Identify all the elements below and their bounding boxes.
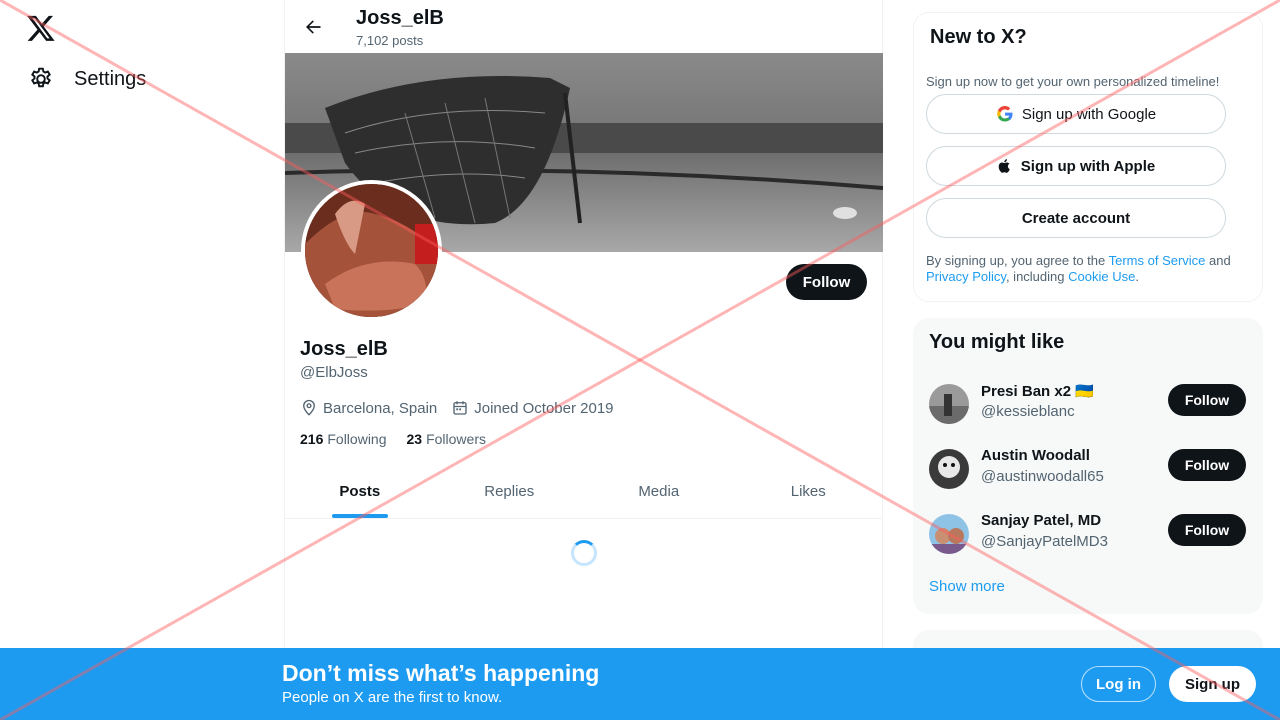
x-logo-icon[interactable] (26, 13, 56, 43)
suggestion-handle: @kessieblanc (981, 403, 1075, 420)
follow-button[interactable]: Follow (1168, 449, 1246, 481)
profile-name: Joss_elB (300, 338, 388, 360)
follow-button[interactable]: Follow (786, 264, 867, 300)
profile-avatar[interactable] (301, 180, 442, 321)
suggestion-name: Presi Ban x2 🇺🇦 (981, 383, 1094, 400)
signup-button[interactable]: Sign up (1169, 666, 1256, 702)
suggestion-row[interactable]: Presi Ban x2 🇺🇦 @kessieblanc Follow (929, 380, 1247, 430)
joined-item: Joined October 2019 (451, 399, 614, 417)
apple-icon (998, 159, 1010, 173)
flag-icon: 🇺🇦 (1075, 383, 1094, 400)
profile-column: Joss_elB 7,102 posts Follow Joss_elB @El… (284, 0, 883, 720)
left-nav: Settings (0, 0, 284, 720)
profile-tabs: Posts Replies Media Likes (285, 466, 883, 519)
create-account-button[interactable]: Create account (926, 198, 1226, 238)
google-signup-label: Sign up with Google (1021, 105, 1157, 123)
signup-banner: Don’t miss what’s happening People on X … (0, 648, 1280, 720)
settings-label: Settings (74, 67, 147, 90)
banner-subtitle: People on X are the first to know. (282, 689, 503, 706)
follow-button[interactable]: Follow (1168, 514, 1246, 546)
location-pin-icon (303, 399, 315, 416)
terms-text: By signing up, you agree to the Terms of… (926, 253, 1231, 284)
avatar[interactable] (929, 384, 969, 424)
suggestion-name: Austin Woodall (981, 447, 1090, 464)
apple-signup-button[interactable]: Sign up with Apple (926, 146, 1226, 186)
followers-label: Followers (426, 431, 486, 447)
followers-link[interactable]: 23 Followers (407, 431, 486, 447)
profile-handle: @ElbJoss (300, 364, 368, 381)
following-count: 216 (300, 431, 324, 447)
settings-link[interactable]: Settings (28, 66, 146, 92)
apple-signup-label: Sign up with Apple (1020, 157, 1156, 175)
google-icon (997, 105, 1013, 122)
suggestion-handle: @SanjayPatelMD3 (981, 533, 1108, 550)
back-arrow-icon[interactable] (297, 11, 329, 43)
following-link[interactable]: 216 Following (300, 431, 387, 447)
terms-of-service-link[interactable]: Terms of Service (1109, 253, 1206, 268)
suggestions-title: You might like (929, 331, 1065, 353)
location-text: Barcelona, Spain (323, 399, 438, 417)
profile-header-bar: Joss_elB 7,102 posts (285, 0, 883, 53)
profile-meta: Barcelona, Spain Joined October 2019 (300, 399, 628, 417)
tab-likes[interactable]: Likes (734, 466, 884, 518)
tab-media[interactable]: Media (584, 466, 734, 518)
avatar[interactable] (929, 449, 969, 489)
google-signup-button[interactable]: Sign up with Google (926, 94, 1226, 134)
calendar-icon (453, 401, 467, 415)
login-button[interactable]: Log in (1081, 666, 1156, 702)
following-label: Following (327, 431, 387, 447)
tab-replies[interactable]: Replies (435, 466, 585, 518)
header-post-count: 7,102 posts (356, 33, 424, 48)
banner-title: Don’t miss what’s happening (282, 660, 600, 686)
privacy-policy-link[interactable]: Privacy Policy (926, 269, 1006, 284)
gear-icon (31, 67, 51, 88)
suggestion-handle: @austinwoodall65 (981, 468, 1104, 485)
suggestion-row[interactable]: Austin Woodall @austinwoodall65 Follow (929, 445, 1247, 495)
follow-button[interactable]: Follow (1168, 384, 1246, 416)
cookie-use-link[interactable]: Cookie Use (1068, 269, 1135, 284)
signup-title: New to X? (930, 26, 1027, 48)
signup-card: New to X? Sign up now to get your own pe… (913, 12, 1263, 302)
location-item: Barcelona, Spain (300, 399, 437, 417)
joined-text: Joined October 2019 (474, 399, 614, 417)
suggestion-row[interactable]: Sanjay Patel, MD @SanjayPatelMD3 Follow (929, 510, 1247, 560)
follow-stats: 216 Following 23 Followers (300, 431, 486, 447)
followers-count: 23 (406, 431, 423, 447)
show-more-link[interactable]: Show more (929, 578, 1005, 595)
tab-posts[interactable]: Posts (285, 466, 435, 518)
loading-spinner-icon (571, 540, 597, 566)
avatar[interactable] (929, 514, 969, 554)
header-name: Joss_elB (356, 7, 444, 29)
signup-subtitle: Sign up now to get your own personalized… (926, 74, 1220, 89)
suggestions-card: You might like Presi Ban x2 🇺🇦 @kessiebl… (913, 318, 1263, 614)
suggestion-name: Sanjay Patel, MD (981, 512, 1102, 529)
